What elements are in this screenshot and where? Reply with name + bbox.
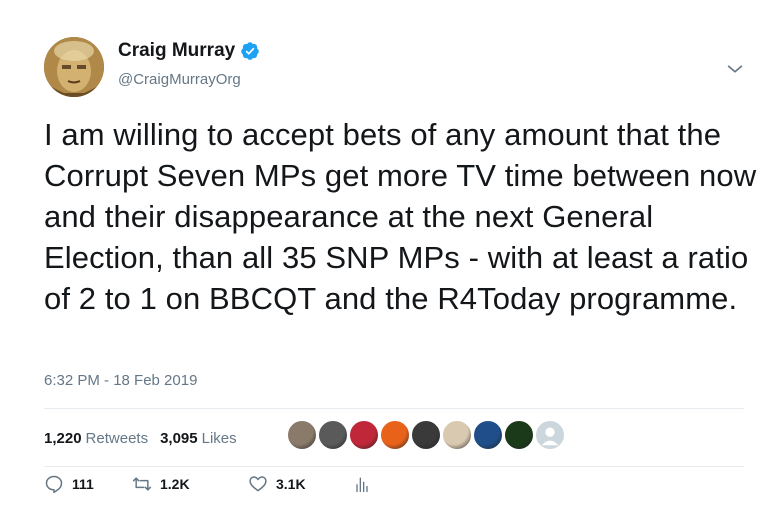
like-count: 3.1K — [276, 476, 306, 492]
liker-avatar-2[interactable] — [318, 420, 348, 450]
heart-icon — [249, 476, 267, 492]
likes-stat[interactable]: 3,095 Likes — [160, 430, 237, 447]
like-button[interactable]: 3.1K — [248, 474, 306, 494]
reply-button[interactable]: 111 — [44, 474, 94, 494]
retweets-stat[interactable]: 1,220 Retweets — [44, 430, 148, 447]
analytics-icon — [356, 477, 368, 493]
tweet-timestamp[interactable]: 6:32 PM - 18 Feb 2019 — [44, 372, 197, 389]
retweet-icon — [132, 477, 152, 491]
likes-count: 3,095 — [160, 430, 198, 447]
verified-badge-icon — [240, 41, 260, 61]
author-display-name[interactable]: Craig Murray — [118, 40, 235, 62]
liker-avatar-6[interactable] — [442, 420, 472, 450]
retweets-label: Retweets — [85, 430, 149, 447]
liker-avatar-7[interactable] — [473, 420, 503, 450]
liker-avatar-5[interactable] — [411, 420, 441, 450]
divider — [44, 408, 744, 409]
liker-avatars — [287, 420, 566, 450]
author-avatar[interactable] — [44, 37, 104, 97]
liker-avatar-8[interactable] — [504, 420, 534, 450]
tweet-card: Craig Murray @CraigMurrayOrg I am willin… — [0, 0, 778, 523]
chevron-down-icon[interactable] — [724, 58, 746, 80]
tweet-text: I am willing to accept bets of any amoun… — [44, 117, 757, 316]
author-handle[interactable]: @CraigMurrayOrg — [118, 71, 241, 88]
likes-label: Likes — [201, 430, 237, 447]
retweets-count: 1,220 — [44, 430, 82, 447]
liker-avatar-4[interactable] — [380, 420, 410, 450]
author-name-row[interactable]: Craig Murray — [118, 40, 260, 62]
engagement-stats: 1,220 Retweets 3,095 Likes — [44, 430, 249, 447]
liker-avatar-3[interactable] — [349, 420, 379, 450]
retweet-button[interactable]: 1.2K — [132, 474, 190, 494]
retweet-count: 1.2K — [160, 476, 190, 492]
reply-count: 111 — [72, 476, 94, 492]
liker-avatar-1[interactable] — [287, 420, 317, 450]
analytics-button[interactable] — [352, 474, 380, 494]
liker-avatar-9[interactable] — [535, 420, 565, 450]
reply-icon — [45, 475, 63, 494]
divider — [44, 466, 744, 467]
